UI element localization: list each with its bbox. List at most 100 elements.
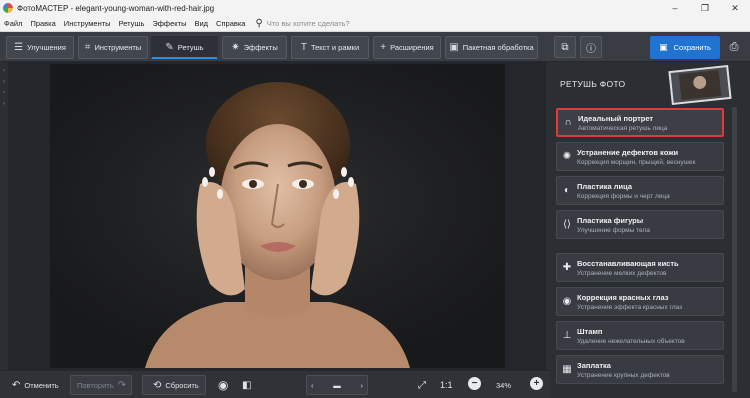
reset-icon: ⟲ [153, 379, 162, 391]
app-logo-icon [3, 3, 13, 13]
photo-navigator: ‹ ▬ › [306, 375, 368, 395]
tool-title: Идеальный портрет [578, 113, 654, 123]
tab-text-frames[interactable]: T Текст и рамки [291, 36, 369, 59]
healing-brush-icon: ✚ [562, 262, 572, 273]
retouch-panel: РЕТУШЬ ФОТО ∩ Идеальный портрет Автомати… [550, 62, 750, 398]
tool-subtitle: Устранение крупных дефектов [577, 371, 670, 379]
tool-subtitle: Устранение эффекта красных глаз [577, 303, 683, 311]
menu-help[interactable]: Справка [212, 19, 249, 28]
window-controls: – ❐ ✕ [660, 0, 750, 16]
brush-icon: ✎ [165, 41, 174, 53]
zoom-out-button[interactable]: − [468, 377, 481, 390]
tab-tools[interactable]: ⌗ Инструменты [78, 36, 148, 59]
menu-file[interactable]: Файл [0, 19, 26, 28]
tool-ideal-portrait[interactable]: ∩ Идеальный портрет Автоматическая ретуш… [556, 108, 724, 137]
menu-retouch[interactable]: Ретушь [115, 19, 149, 28]
menu-tools[interactable]: Инструменты [60, 19, 115, 28]
minimize-button[interactable]: – [660, 0, 690, 16]
redo-label: Повторить [77, 380, 114, 390]
sparkle-icon: ✷ [231, 42, 240, 53]
redo-icon: ↷ [117, 379, 126, 391]
menu-edit[interactable]: Правка [26, 19, 59, 28]
bottom-bar: ↶ Отменить Повторить ↷ ⟲ Сбросить ◉ ◧ ‹ … [0, 370, 550, 398]
sliders-icon: ☰ [14, 42, 24, 53]
tab-effects[interactable]: ✷ Эффекты [222, 36, 287, 59]
menu-search[interactable]: ⚲ Что вы хотите сделать? [255, 18, 349, 29]
redo-button[interactable]: Повторить ↷ [70, 375, 132, 395]
tab-label: Расширения [390, 43, 434, 52]
app-name: ФотоМАСТЕР [17, 3, 69, 13]
skin-defects-icon: ✺ [562, 151, 572, 162]
tool-title: Пластика лица [577, 181, 633, 191]
title-separator: - [68, 3, 76, 13]
menu-effects[interactable]: Эффекты [148, 19, 190, 28]
left-strip: › › › › [0, 62, 8, 370]
fit-screen-button[interactable]: ⤢ [414, 375, 430, 395]
portrait-icon: ∩ [564, 117, 572, 128]
compare-split-button[interactable]: ◧ [238, 375, 255, 395]
tool-face-shape[interactable]: ◐ Пластика лица Коррекция формы и черт л… [556, 176, 724, 205]
tool-patch[interactable]: ▦ Заплатка Устранение крупных дефектов [556, 355, 724, 384]
tool-healing-brush[interactable]: ✚ Восстанавливающая кисть Устранение мел… [556, 253, 724, 282]
tool-subtitle: Улучшение формы тела [577, 226, 650, 234]
maximize-button[interactable]: ❐ [690, 0, 720, 16]
eye-icon: ◉ [218, 378, 229, 392]
chevron-right-icon[interactable]: › [0, 77, 8, 88]
save-button[interactable]: ▣ Сохранить [650, 36, 720, 59]
tab-retouch[interactable]: ✎ Ретушь [151, 36, 218, 59]
tool-title: Коррекция красных глаз [577, 292, 669, 302]
next-photo-button[interactable]: › [361, 381, 364, 390]
tab-label: Пакетная обработка [462, 43, 534, 52]
undo-icon: ↶ [12, 379, 21, 391]
file-name: elegant-young-woman-with-red-hair.jpg [75, 3, 215, 13]
tool-subtitle: Коррекция формы и черт лица [577, 192, 670, 200]
stamp-icon: ⊥ [562, 330, 572, 341]
tool-title: Восстанавливающая кисть [577, 258, 679, 268]
tab-label: Текст и рамки [310, 43, 360, 52]
zoom-level: 34% [496, 380, 512, 390]
tab-enhancements[interactable]: ☰ Улучшения [6, 36, 74, 59]
print-button[interactable]: ⎙ [724, 36, 744, 59]
tool-subtitle: Устранение мелких дефектов [577, 269, 667, 277]
info-button[interactable]: ⓘ [580, 36, 602, 58]
tab-label: Улучшения [27, 43, 66, 52]
tool-stamp[interactable]: ⊥ Штамп Удаление нежелательных объектов [556, 321, 724, 350]
tool-skin-defects[interactable]: ✺ Устранение дефектов кожи Коррекция мор… [556, 142, 724, 171]
tab-extensions[interactable]: + Расширения [373, 36, 441, 59]
panel-scrollbar[interactable] [732, 107, 737, 392]
folder-icon[interactable]: ▬ [333, 381, 341, 390]
tab-label: Ретушь [177, 42, 204, 52]
tool-title: Устранение дефектов кожи [577, 147, 679, 157]
reset-label: Сбросить [165, 380, 199, 390]
chevron-right-icon[interactable]: › [0, 88, 8, 99]
text-icon: T [300, 42, 307, 53]
portrait-photo[interactable] [50, 64, 505, 368]
tool-body-shape[interactable]: ⟨⟩ Пластика фигуры Улучшение формы тела [556, 210, 724, 239]
search-placeholder: Что вы хотите сделать? [266, 19, 350, 28]
tool-red-eye[interactable]: ◉ Коррекция красных глаз Устранение эффе… [556, 287, 724, 316]
chevron-right-icon[interactable]: › [0, 99, 8, 110]
face-shape-icon: ◐ [563, 185, 571, 196]
chevron-right-icon[interactable]: › [0, 66, 8, 77]
body-shape-icon: ⟨⟩ [563, 219, 571, 230]
preview-eye-button[interactable]: ◉ [214, 375, 232, 395]
crop-icon: ⌗ [84, 42, 91, 53]
red-eye-icon: ◉ [562, 296, 572, 307]
undo-button[interactable]: ↶ Отменить [8, 375, 59, 395]
tab-label: Инструменты [94, 43, 142, 52]
tool-title: Пластика фигуры [577, 215, 644, 225]
tool-subtitle: Удаление нежелательных объектов [577, 337, 685, 345]
main-toolbar: ☰ Улучшения ⌗ Инструменты ✎ Ретушь ✷ Эфф… [0, 32, 750, 62]
tab-batch[interactable]: ▣ Пакетная обработка [445, 36, 538, 59]
zoom-in-button[interactable]: + [530, 377, 543, 390]
title-bar: ФотоМАСТЕР - elegant-young-woman-with-re… [0, 0, 750, 16]
actual-size-button[interactable]: 1:1 [440, 375, 453, 395]
photo-canvas[interactable] [8, 62, 546, 370]
printer-icon: ⎙ [729, 41, 739, 53]
close-button[interactable]: ✕ [720, 0, 750, 16]
portrait-illustration [145, 82, 410, 368]
before-after-button[interactable]: ⧉ [554, 36, 576, 58]
menu-view[interactable]: Вид [190, 19, 212, 28]
reset-button[interactable]: ⟲ Сбросить [142, 375, 206, 395]
previous-photo-button[interactable]: ‹ [311, 381, 314, 390]
